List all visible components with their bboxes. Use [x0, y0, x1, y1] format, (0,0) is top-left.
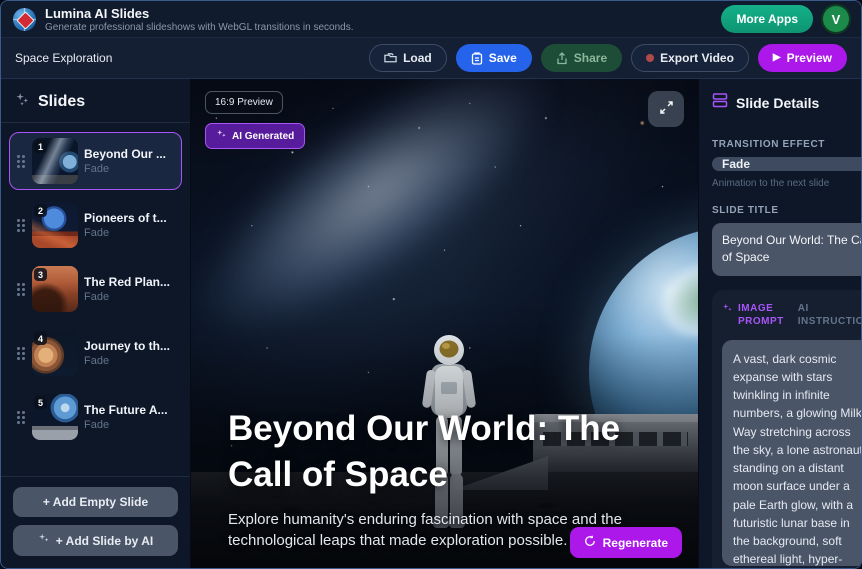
avatar[interactable]: V [823, 6, 849, 32]
fullscreen-button[interactable] [648, 91, 684, 127]
sidebar-footer: + Add Empty Slide + Add Slide by AI [1, 476, 190, 568]
slide-number-badge: 1 [34, 140, 47, 153]
slide-title-input[interactable]: Beyond Our World: The Call of Space [712, 223, 861, 276]
add-empty-slide-button[interactable]: + Add Empty Slide [13, 487, 178, 517]
drag-handle-icon[interactable] [16, 346, 26, 361]
project-toolbar: Space Exploration Load Save [1, 38, 861, 79]
drag-handle-icon[interactable] [16, 218, 26, 233]
slides-sidebar: Slides 1 Beyond Our ... Fade [1, 79, 191, 568]
slide-item-title: Beyond Our ... [84, 147, 166, 161]
slide-item-transition: Fade [84, 291, 170, 303]
prompt-sparkle-icon [722, 302, 733, 317]
slide-list: 1 Beyond Our ... Fade 2 Pioneers of t...… [1, 123, 190, 476]
preview-button[interactable]: ▶ Preview [758, 44, 847, 72]
save-icon [471, 52, 483, 65]
ai-sparkle-icon [216, 129, 227, 143]
slide-item-5[interactable]: 5 The Future A... Fade [9, 388, 182, 446]
share-button[interactable]: Share [541, 44, 622, 72]
slide-subtitle: Explore humanity's enduring fascination … [228, 509, 623, 553]
slide-number-badge: 2 [34, 204, 47, 217]
slide-thumbnail-1: 1 [32, 138, 78, 184]
transition-select[interactable]: Fade ⌄ [712, 157, 861, 171]
slide-item-transition: Fade [84, 419, 168, 431]
slide-details-icon [712, 92, 728, 113]
regenerate-button[interactable]: Regenerate [570, 527, 682, 558]
drag-handle-icon[interactable] [16, 410, 26, 425]
slide-preview-stage: 16:9 Preview AI Generated B [191, 79, 698, 568]
slide-item-title: The Future A... [84, 403, 168, 417]
project-title: Space Exploration [15, 51, 112, 65]
aspect-ratio-badge: 16:9 Preview [205, 91, 283, 114]
slides-panel-title: Slides [38, 93, 85, 111]
slide-details-panel: Slide Details TRANSITION EFFECT Fade ⌄ A… [698, 79, 861, 568]
slide-item-1[interactable]: 1 Beyond Our ... Fade [9, 132, 182, 190]
slide-headline: Beyond Our World: The Call of Space [228, 406, 658, 498]
regenerate-icon [584, 535, 596, 550]
slide-item-transition: Fade [84, 355, 170, 367]
ai-generated-badge: AI Generated [205, 123, 305, 149]
save-button[interactable]: Save [456, 44, 532, 72]
ai-sparkle-icon [38, 533, 50, 548]
drag-handle-icon[interactable] [16, 154, 26, 169]
expand-icon [659, 100, 674, 118]
app-window: Lumina AI Slides Generate professional s… [0, 0, 862, 569]
details-panel-title: Slide Details [736, 95, 819, 111]
slide-item-title: Pioneers of t... [84, 211, 167, 225]
app-logo-icon [13, 8, 36, 31]
slide-title-label: SLIDE TITLE [712, 205, 857, 216]
slide-item-2[interactable]: 2 Pioneers of t... Fade [9, 196, 182, 254]
tab-ai-instructions[interactable]: AI INSTRUCTIONS [798, 302, 861, 329]
slide-item-title: Journey to th... [84, 339, 170, 353]
app-header: Lumina AI Slides Generate professional s… [1, 1, 861, 38]
slide-thumbnail-2: 2 [32, 202, 78, 248]
more-apps-button[interactable]: More Apps [721, 5, 813, 33]
slide-number-badge: 5 [34, 396, 47, 409]
slide-item-4[interactable]: 4 Journey to th... Fade [9, 324, 182, 382]
play-icon: ▶ [773, 53, 781, 63]
slide-item-transition: Fade [84, 163, 166, 175]
tab-image-prompt[interactable]: IMAGE PROMPT [722, 302, 784, 329]
drag-handle-icon[interactable] [16, 282, 26, 297]
add-slide-by-ai-button[interactable]: + Add Slide by AI [13, 525, 178, 556]
record-dot-icon [646, 54, 654, 62]
share-icon [556, 52, 568, 65]
export-video-button[interactable]: Export Video [631, 44, 749, 72]
transition-help-text: Animation to the next slide [712, 178, 857, 189]
app-title-block: Lumina AI Slides Generate professional s… [45, 6, 354, 33]
slide-number-badge: 4 [34, 332, 47, 345]
slides-sparkle-icon [15, 92, 30, 112]
slide-thumbnail-4: 4 [32, 330, 78, 376]
slide-number-badge: 3 [34, 268, 47, 281]
transition-effect-label: TRANSITION EFFECT [712, 139, 857, 150]
load-icon [384, 52, 397, 64]
image-prompt-textarea[interactable]: A vast, dark cosmic expanse with stars t… [722, 340, 861, 566]
slide-item-3[interactable]: 3 The Red Plan... Fade [9, 260, 182, 318]
slide-thumbnail-3: 3 [32, 266, 78, 312]
load-button[interactable]: Load [369, 44, 447, 72]
prompt-card: IMAGE PROMPT AI INSTRUCTIONS A vast, dar… [712, 290, 861, 568]
slide-item-transition: Fade [84, 227, 167, 239]
slide-thumbnail-5: 5 [32, 394, 78, 440]
app-title: Lumina AI Slides [45, 6, 354, 21]
slide-item-title: The Red Plan... [84, 275, 170, 289]
app-subtitle: Generate professional slideshows with We… [45, 22, 354, 33]
